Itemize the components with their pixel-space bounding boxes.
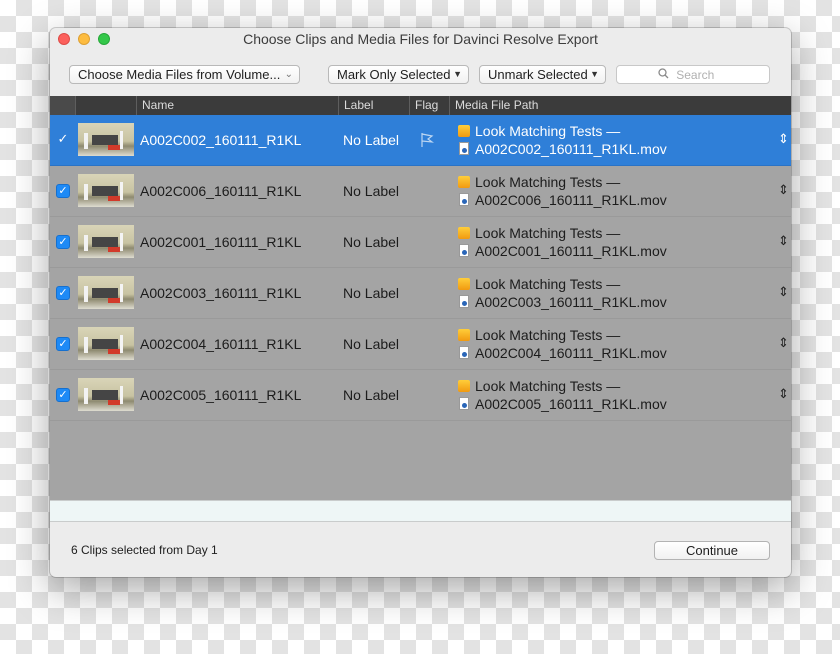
clip-label: No Label <box>343 132 400 148</box>
clip-checkbox[interactable]: ✓ <box>56 235 70 249</box>
list-footer-bar <box>50 500 791 522</box>
stepper-icon[interactable]: ⇕ <box>778 386 789 402</box>
column-header-thumbnail[interactable] <box>75 96 136 115</box>
column-header-flag[interactable]: Flag <box>409 96 449 115</box>
mark-only-selected-label: Mark Only Selected <box>337 67 451 82</box>
media-file-name: A002C003_160111_R1KL.mov <box>475 294 667 310</box>
clip-name: A002C003_160111_R1KL <box>140 285 302 301</box>
clip-label: No Label <box>343 234 400 250</box>
clip-label: No Label <box>343 387 400 403</box>
media-folder-name: Look Matching Tests — <box>475 378 621 394</box>
dropdown-arrow-icon: ▼ <box>453 69 462 79</box>
search-field[interactable] <box>616 65 770 84</box>
movie-file-icon <box>459 142 469 155</box>
column-header-name[interactable]: Name <box>136 96 338 115</box>
clip-checkbox[interactable]: ✓ <box>56 184 70 198</box>
movie-file-icon <box>459 295 469 308</box>
clip-thumbnail <box>78 276 134 309</box>
clip-thumbnail <box>78 174 134 207</box>
clip-thumbnail <box>78 123 134 156</box>
stepper-icon[interactable]: ⇕ <box>778 284 789 300</box>
movie-file-icon <box>459 193 469 206</box>
chevron-down-icon: ⌄ <box>284 69 293 80</box>
flag-icon[interactable] <box>420 132 434 148</box>
movie-file-icon <box>459 397 469 410</box>
clip-label: No Label <box>343 285 400 301</box>
table-row[interactable]: ✓ A002C005_160111_R1KL No Label Look Mat… <box>50 370 791 421</box>
media-file-name: A002C002_160111_R1KL.mov <box>475 141 667 157</box>
column-header-media-path[interactable]: Media File Path <box>449 96 791 115</box>
table-row[interactable]: ✓ A002C002_160111_R1KL No Label Look Mat… <box>50 115 791 166</box>
title-bar: Choose Clips and Media Files for Davinci… <box>50 28 791 50</box>
stepper-icon[interactable]: ⇕ <box>778 182 789 198</box>
clip-checkbox[interactable]: ✓ <box>56 388 70 402</box>
clip-checkbox[interactable]: ✓ <box>56 337 70 351</box>
media-file-name: A002C001_160111_R1KL.mov <box>475 243 667 259</box>
clip-name: A002C005_160111_R1KL <box>140 387 302 403</box>
clip-thumbnail <box>78 327 134 360</box>
media-files-dropdown[interactable]: Choose Media Files from Volume... ⌄ <box>69 65 300 84</box>
folder-icon <box>458 278 470 290</box>
folder-icon <box>458 329 470 341</box>
folder-icon <box>458 227 470 239</box>
table-row[interactable]: ✓ A002C004_160111_R1KL No Label Look Mat… <box>50 319 791 370</box>
movie-file-icon <box>459 244 469 257</box>
clip-thumbnail <box>78 225 134 258</box>
selection-status: 6 Clips selected from Day 1 <box>71 543 218 557</box>
media-files-dropdown-label: Choose Media Files from Volume... <box>78 67 281 82</box>
clip-name: A002C002_160111_R1KL <box>140 132 302 148</box>
clip-name: A002C001_160111_R1KL <box>140 234 302 250</box>
media-file-name: A002C004_160111_R1KL.mov <box>475 345 667 361</box>
media-file-name: A002C006_160111_R1KL.mov <box>475 192 667 208</box>
clip-checkbox[interactable]: ✓ <box>56 132 70 147</box>
media-file-name: A002C005_160111_R1KL.mov <box>475 396 667 412</box>
mark-only-selected-button[interactable]: Mark Only Selected ▼ <box>328 65 469 84</box>
table-row[interactable]: ✓ A002C001_160111_R1KL No Label Look Mat… <box>50 217 791 268</box>
table-header: Name Label Flag Media File Path <box>50 96 791 115</box>
clip-label: No Label <box>343 336 400 352</box>
stepper-icon[interactable]: ⇕ <box>778 335 789 351</box>
media-folder-name: Look Matching Tests — <box>475 123 621 139</box>
clip-label: No Label <box>343 183 400 199</box>
movie-file-icon <box>459 346 469 359</box>
media-folder-name: Look Matching Tests — <box>475 327 621 343</box>
media-folder-name: Look Matching Tests — <box>475 276 621 292</box>
unmark-selected-label: Unmark Selected <box>488 67 588 82</box>
search-icon <box>658 68 669 79</box>
folder-icon <box>458 380 470 392</box>
clip-list: ✓ A002C002_160111_R1KL No Label Look Mat… <box>50 115 791 500</box>
clip-checkbox[interactable]: ✓ <box>56 286 70 300</box>
continue-button[interactable]: Continue <box>654 541 770 560</box>
export-dialog-window: Choose Clips and Media Files for Davinci… <box>50 28 791 577</box>
unmark-selected-button[interactable]: Unmark Selected ▼ <box>479 65 606 84</box>
clip-name: A002C006_160111_R1KL <box>140 183 302 199</box>
toolbar: Choose Media Files from Volume... ⌄ Mark… <box>50 50 791 96</box>
column-header-label[interactable]: Label <box>338 96 409 115</box>
stepper-icon[interactable]: ⇕ <box>778 131 789 147</box>
column-header-checkbox[interactable] <box>50 96 75 115</box>
window-title: Choose Clips and Media Files for Davinci… <box>243 31 598 47</box>
folder-icon <box>458 125 470 137</box>
folder-icon <box>458 176 470 188</box>
clip-name: A002C004_160111_R1KL <box>140 336 302 352</box>
dropdown-arrow-icon: ▼ <box>590 69 599 79</box>
media-folder-name: Look Matching Tests — <box>475 225 621 241</box>
search-input[interactable] <box>673 66 729 83</box>
table-row[interactable]: ✓ A002C003_160111_R1KL No Label Look Mat… <box>50 268 791 319</box>
table-row[interactable]: ✓ A002C006_160111_R1KL No Label Look Mat… <box>50 166 791 217</box>
clip-thumbnail <box>78 378 134 411</box>
stepper-icon[interactable]: ⇕ <box>778 233 789 249</box>
media-folder-name: Look Matching Tests — <box>475 174 621 190</box>
